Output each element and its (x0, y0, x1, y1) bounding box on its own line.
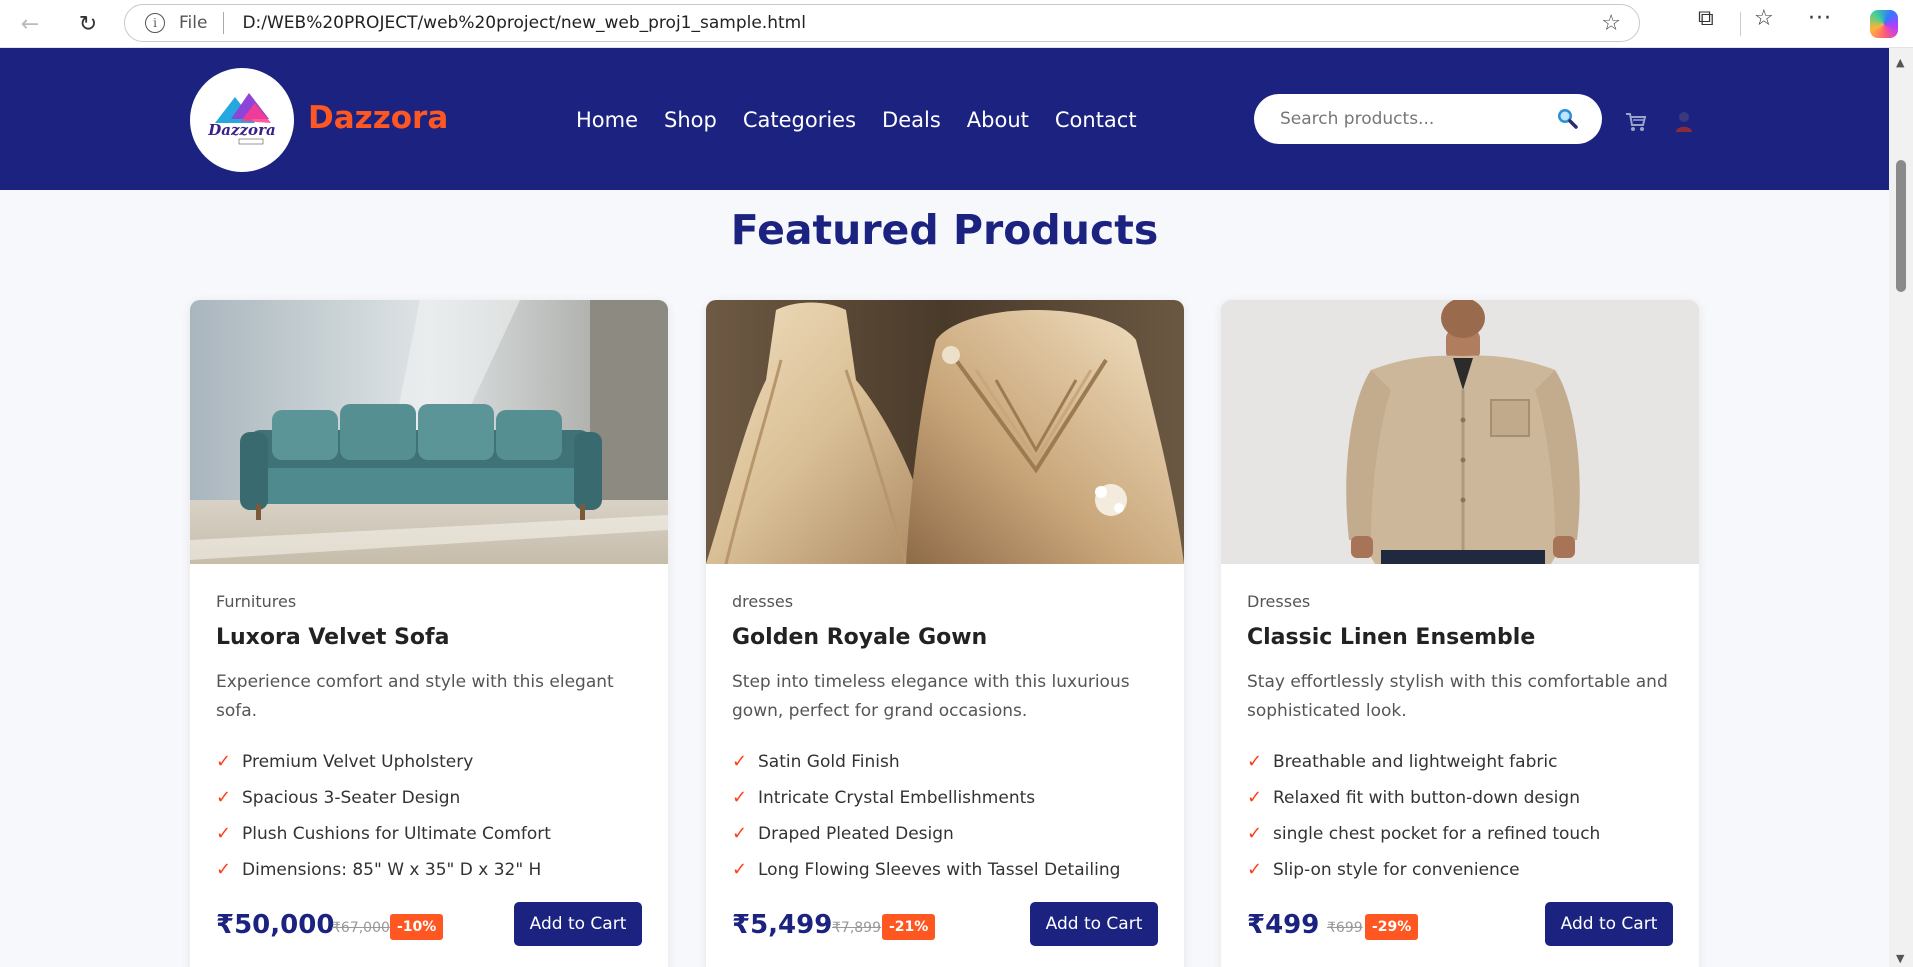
product-category: dresses (732, 592, 794, 611)
nav-contact[interactable]: Contact (1055, 108, 1137, 132)
favorites-icon[interactable]: ☆ (1754, 6, 1774, 31)
nav-categories[interactable]: Categories (743, 108, 856, 132)
product-price: ₹5,499 (732, 910, 833, 940)
check-icon: ✓ (216, 787, 232, 808)
product-price: ₹499 (1247, 910, 1320, 940)
feature-item: ✓ Spacious 3-Seater Design (216, 780, 642, 816)
product-name[interactable]: Classic Linen Ensemble (1247, 625, 1673, 650)
site-header: Dazzora Dazzora Home Shop Categories Dea… (0, 48, 1889, 190)
feature-item: ✓ single chest pocket for a refined touch (1247, 816, 1673, 852)
browser-toolbar: ← ↻ i File D:/WEB%20PROJECT/web%20projec… (0, 0, 1913, 48)
feature-item: ✓ Intricate Crystal Embellishments (732, 780, 1158, 816)
price-row: ₹499 ₹699 -29% Add to Cart (1247, 902, 1673, 950)
feature-list: ✓ Premium Velvet Upholstery ✓ Spacious 3-S… (216, 744, 642, 888)
add-to-cart-button[interactable]: Add to Cart (1545, 902, 1673, 946)
feature-item: ✓ Satin Gold Finish (732, 744, 1158, 780)
product-card: dresses Golden Royale Gown Step into tim… (706, 300, 1184, 967)
check-icon: ✓ (216, 859, 232, 880)
back-arrow-icon[interactable]: ← (12, 6, 48, 42)
feature-item: ✓ Long Flowing Sleeves with Tassel Detail… (732, 852, 1158, 888)
feature-item: ✓ Plush Cushions for Ultimate Comfort (216, 816, 642, 852)
svg-text:Dazzora: Dazzora (207, 121, 275, 139)
check-icon: ✓ (732, 787, 748, 808)
user-icon[interactable] (1672, 110, 1696, 134)
nav-about[interactable]: About (967, 108, 1029, 132)
product-card: Dresses Classic Linen Ensemble Stay effo… (1221, 300, 1699, 967)
check-icon: ✓ (1247, 823, 1263, 844)
logo-image-icon: Dazzora (205, 83, 279, 157)
product-image[interactable] (1221, 300, 1699, 564)
feature-item: ✓ Relaxed fit with button-down design (1247, 780, 1673, 816)
check-icon: ✓ (216, 751, 232, 772)
add-to-cart-button[interactable]: Add to Cart (1030, 902, 1158, 946)
logo[interactable]: Dazzora (190, 68, 294, 172)
main-nav: Home Shop Categories Deals About Contact (576, 108, 1163, 132)
scrollbar-thumb[interactable] (1896, 160, 1906, 292)
feature-item: ✓ Slip-on style for convenience (1247, 852, 1673, 888)
search-input[interactable] (1280, 109, 1550, 129)
info-icon[interactable]: i (145, 13, 165, 33)
original-price: ₹7,899 (832, 920, 881, 936)
check-icon: ✓ (1247, 787, 1263, 808)
product-category: Dresses (1247, 592, 1311, 611)
address-divider (223, 12, 225, 34)
address-bar[interactable]: i File D:/WEB%20PROJECT/web%20project/ne… (124, 4, 1640, 42)
check-icon: ✓ (732, 859, 748, 880)
search-icon[interactable] (1556, 107, 1578, 129)
product-name[interactable]: Golden Royale Gown (732, 625, 1158, 650)
discount-badge: -29% (1365, 914, 1419, 940)
feature-item: ✓ Dimensions: 85" W x 35" D x 32" H (216, 852, 642, 888)
copilot-icon[interactable] (1870, 10, 1898, 38)
product-description: Step into timeless elegance with this lu… (732, 672, 1130, 721)
scroll-up-icon[interactable]: ▲ (1896, 56, 1904, 69)
discount-badge: -21% (882, 914, 936, 940)
check-icon: ✓ (732, 751, 748, 772)
feature-item: ✓ Breathable and lightweight fabric (1247, 744, 1673, 780)
original-price: ₹699 (1327, 920, 1363, 936)
brand-name[interactable]: Dazzora (308, 100, 448, 136)
price-row: ₹5,499 ₹7,899 -21% Add to Cart (732, 902, 1158, 950)
discount-badge: -10% (390, 914, 444, 940)
toolbar-divider (1740, 12, 1741, 36)
url-text[interactable]: D:/WEB%20PROJECT/web%20project/new_web_p… (242, 13, 805, 33)
feature-list: ✓ Breathable and lightweight fabric ✓ Rela… (1247, 744, 1673, 888)
product-image[interactable] (706, 300, 1184, 564)
extensions-icon[interactable]: ⧉ (1698, 6, 1714, 31)
header-icons (1624, 110, 1696, 134)
check-icon: ✓ (1247, 859, 1263, 880)
section-title: Featured Products (730, 206, 1159, 254)
original-price: ₹67,000 (332, 920, 390, 936)
product-description: Stay effortlessly stylish with this comf… (1247, 672, 1668, 721)
favorite-star-icon[interactable]: ☆ (1601, 11, 1621, 36)
price-row: ₹50,000 ₹67,000 -10% Add to Cart (216, 902, 642, 950)
search-box (1254, 94, 1602, 144)
nav-home[interactable]: Home (576, 108, 638, 132)
scroll-down-icon[interactable]: ▼ (1896, 952, 1904, 965)
product-price: ₹50,000 (216, 910, 335, 940)
scrollbar[interactable]: ▲ ▼ (1889, 48, 1913, 967)
product-card: Furnitures Luxora Velvet Sofa Experience… (190, 300, 668, 967)
cart-icon[interactable] (1624, 110, 1648, 134)
feature-item: ✓ Draped Pleated Design (732, 816, 1158, 852)
check-icon: ✓ (732, 823, 748, 844)
add-to-cart-button[interactable]: Add to Cart (514, 902, 642, 946)
reload-icon[interactable]: ↻ (70, 6, 106, 42)
feature-item: ✓ Premium Velvet Upholstery (216, 744, 642, 780)
check-icon: ✓ (1247, 751, 1263, 772)
feature-list: ✓ Satin Gold Finish ✓ Intricate Crystal Em… (732, 744, 1158, 888)
check-icon: ✓ (216, 823, 232, 844)
product-category: Furnitures (216, 592, 297, 611)
product-description: Experience comfort and style with this e… (216, 672, 614, 721)
product-name[interactable]: Luxora Velvet Sofa (216, 625, 642, 650)
more-menu-icon[interactable]: ··· (1808, 6, 1832, 31)
product-image[interactable] (190, 300, 668, 564)
nav-deals[interactable]: Deals (882, 108, 941, 132)
file-label: File (179, 13, 208, 33)
nav-shop[interactable]: Shop (664, 108, 717, 132)
